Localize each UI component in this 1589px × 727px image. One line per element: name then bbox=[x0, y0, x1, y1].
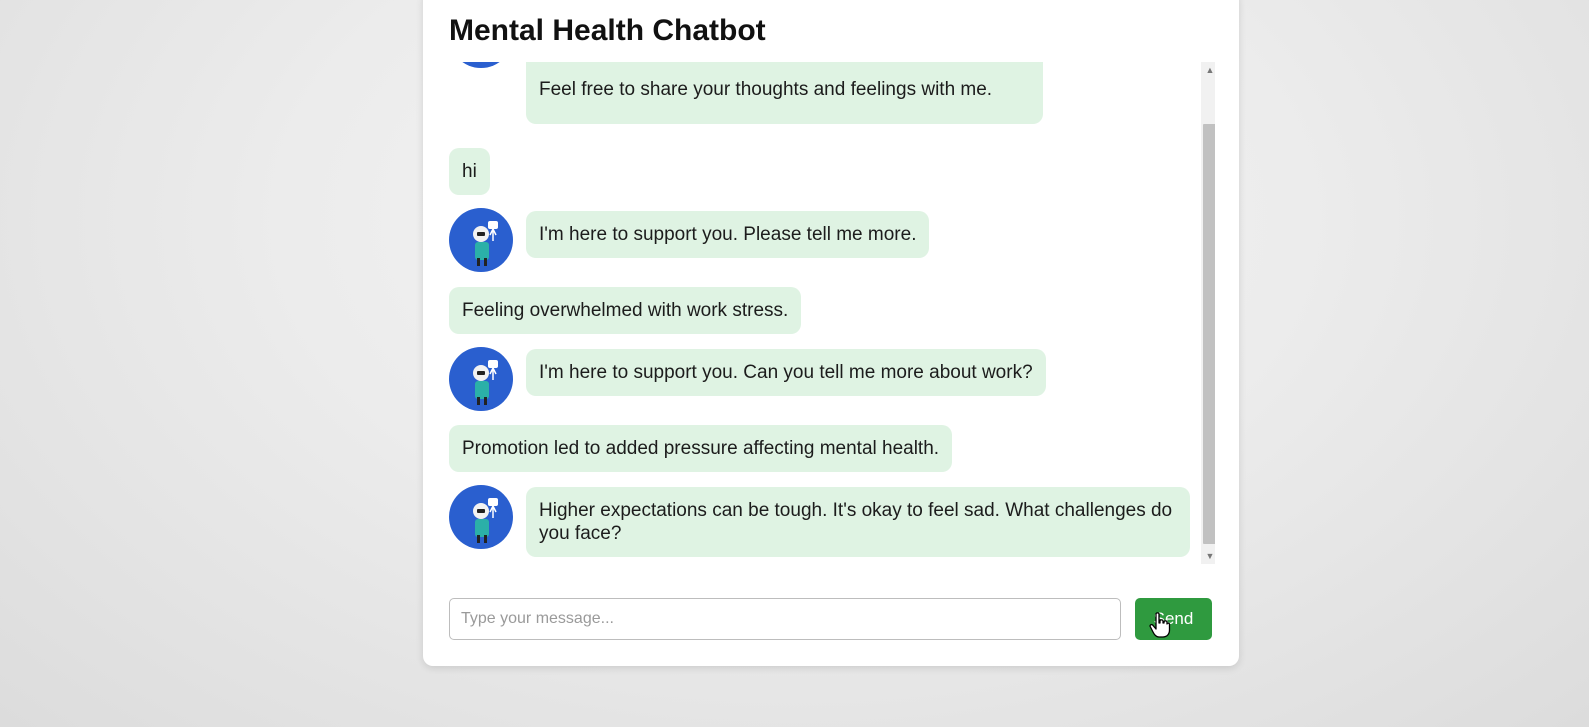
robot-avatar-icon bbox=[449, 347, 513, 411]
bot-message: I'm here to support you. Can you tell me… bbox=[526, 349, 1046, 396]
page-title: Mental Health Chatbot bbox=[449, 14, 766, 47]
bot-message: Higher expectations can be tough. It's o… bbox=[526, 487, 1190, 557]
robot-avatar-icon bbox=[449, 208, 513, 272]
bot-message: I'm here to support you. Please tell me … bbox=[526, 211, 930, 258]
user-message: Promotion led to added pressure affectin… bbox=[449, 425, 953, 472]
chat-window: Mental Health Chatbot Feel free to share… bbox=[423, 0, 1239, 666]
user-message: Feeling overwhelmed with work stress. bbox=[449, 287, 802, 334]
chat-messages[interactable]: Feel free to share your thoughts and fee… bbox=[449, 62, 1215, 564]
message-input[interactable] bbox=[449, 598, 1121, 640]
robot-avatar-icon bbox=[449, 62, 513, 68]
send-button[interactable]: Send bbox=[1135, 598, 1212, 640]
chevron-down-icon[interactable]: ▼ bbox=[1201, 548, 1215, 564]
bot-message: Feel free to share your thoughts and fee… bbox=[526, 62, 1043, 124]
user-message: hi bbox=[449, 148, 490, 195]
hand-pointer-icon bbox=[1149, 612, 1171, 643]
chevron-up-icon[interactable]: ▲ bbox=[1201, 62, 1215, 78]
chat-scrollbar[interactable]: ▲ ▼ bbox=[1201, 62, 1215, 564]
scrollbar-thumb[interactable] bbox=[1203, 124, 1215, 544]
robot-avatar-icon bbox=[449, 485, 513, 549]
